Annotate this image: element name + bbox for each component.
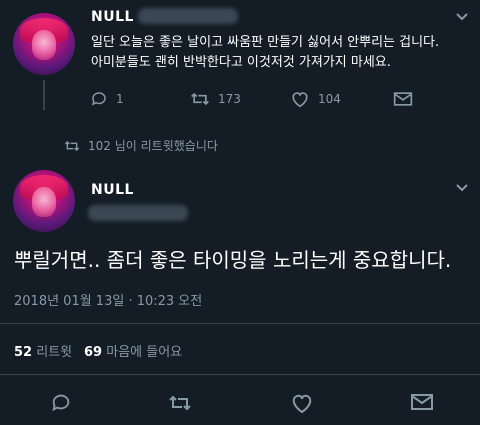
divider [0, 374, 480, 375]
retweet-icon [169, 395, 191, 411]
likes-stat[interactable]: 69 마음에 들어요 [84, 341, 182, 360]
like-icon [292, 92, 308, 108]
handle-redacted [138, 8, 238, 24]
dm-button[interactable] [393, 90, 413, 108]
retweets-value: 52 [14, 345, 33, 360]
retweet-notice-text: 102 님이 리트윗했습니다 [88, 139, 218, 153]
like-count: 104 [318, 92, 341, 106]
avatar[interactable] [13, 13, 75, 75]
like-button[interactable] [290, 392, 314, 414]
reply-count: 1 [116, 92, 124, 106]
dm-icon [393, 92, 413, 106]
tweet-text: 뿌릴거면.. 좀더 좋은 타이밍을 노리는게 중요합니다. [14, 248, 452, 272]
tweet-text-line: 일단 오늘은 좋은 날이고 싸움판 만들기 싫어서 안뿌리는 겁니다. [91, 35, 440, 50]
avatar[interactable] [13, 170, 75, 232]
author-name[interactable]: NULL [91, 182, 134, 198]
timestamp[interactable]: 2018년 01월 13일 · 10:23 오전 [14, 290, 202, 309]
thread-line [43, 80, 45, 110]
handle-redacted [88, 205, 188, 221]
retweets-stat[interactable]: 52 리트윗 [14, 341, 72, 360]
retweet-button[interactable] [168, 393, 192, 413]
retweet-notice: 102 님이 리트윗했습니다 [64, 137, 218, 154]
chevron-down-icon[interactable] [455, 181, 469, 197]
like-button[interactable]: 104 [290, 90, 341, 108]
like-icon [292, 394, 312, 414]
retweet-button[interactable]: 173 [190, 90, 241, 108]
dm-icon [411, 394, 433, 410]
author-name[interactable]: NULL [91, 9, 134, 25]
chevron-down-icon[interactable] [455, 10, 469, 26]
divider [0, 323, 480, 324]
retweets-label: 리트윗 [36, 345, 73, 360]
reply-icon [52, 394, 70, 412]
dm-button[interactable] [410, 392, 434, 412]
tweet-text-line: 아미분들도 괜히 반박한다고 이것저것 가져가지 마세요. [91, 55, 391, 70]
likes-label: 마음에 들어요 [106, 345, 183, 360]
retweet-icon [191, 92, 209, 106]
reply-button[interactable]: 1 [90, 90, 124, 108]
reply-button[interactable] [50, 392, 72, 414]
retweet-icon [64, 140, 80, 151]
likes-value: 69 [84, 345, 103, 360]
retweet-count: 173 [218, 92, 241, 106]
reply-icon [91, 92, 106, 106]
